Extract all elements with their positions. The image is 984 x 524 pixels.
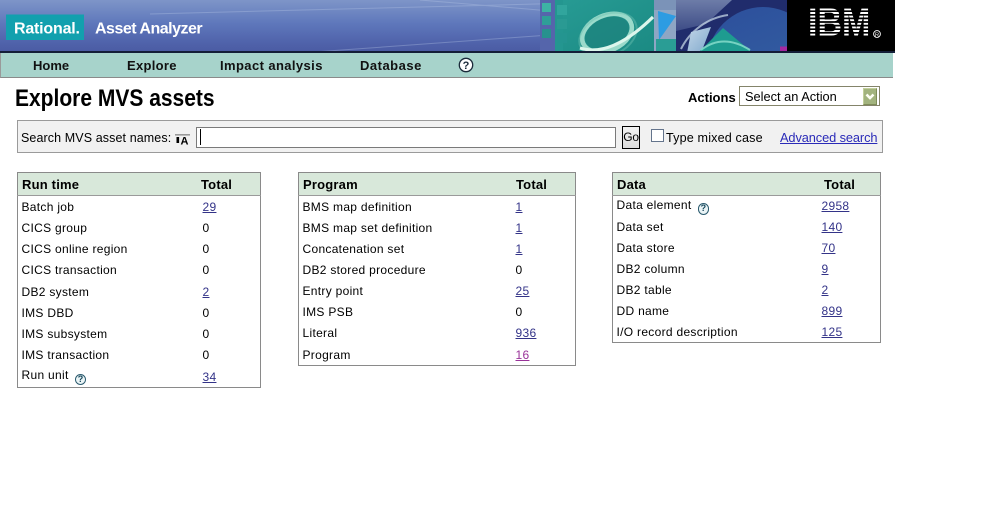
svg-text:A: A xyxy=(181,136,189,147)
svg-text:R: R xyxy=(875,32,879,38)
svg-text:Asset Analyzer: Asset Analyzer xyxy=(95,21,202,38)
svg-text:Rational.: Rational. xyxy=(14,21,80,38)
svg-text:?: ? xyxy=(463,60,470,72)
